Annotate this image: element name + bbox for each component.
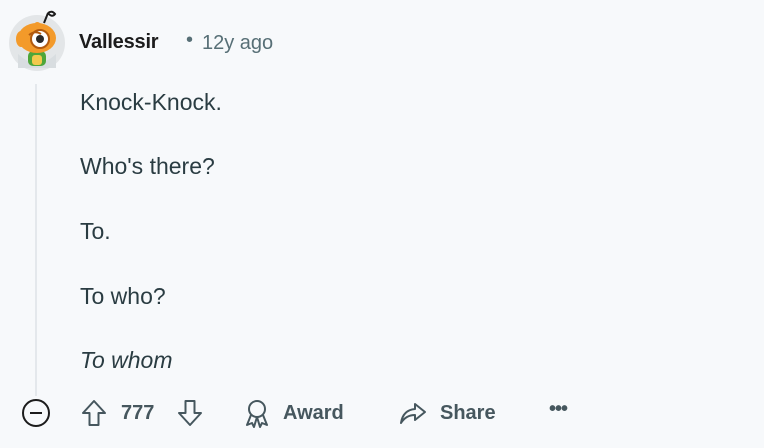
award-label: Award: [283, 401, 344, 424]
comment-line: To.: [80, 218, 111, 244]
avatar[interactable]: [8, 10, 66, 72]
robot-avatar-icon: [9, 10, 65, 71]
more-options-button[interactable]: •••: [549, 398, 568, 421]
share-arrow-icon: [400, 403, 426, 424]
share-label: Share: [440, 401, 496, 424]
award-button[interactable]: Award: [244, 396, 344, 430]
comment-line: Who's there?: [80, 153, 215, 179]
award-ribbon-icon: [246, 400, 268, 428]
author-username[interactable]: Vallessir: [79, 31, 159, 54]
upvote-button[interactable]: [80, 396, 108, 430]
thread-line[interactable]: [35, 84, 37, 396]
comment-line: To whom: [80, 347, 173, 373]
comment-line: To who?: [80, 283, 166, 309]
share-button[interactable]: Share: [399, 396, 496, 430]
downvote-button[interactable]: [176, 396, 204, 430]
upvote-arrow-icon: [82, 400, 106, 426]
comment-line: Knock-Knock.: [80, 89, 222, 115]
vote-count: 777: [121, 402, 155, 424]
collapse-thread-button[interactable]: [22, 399, 50, 427]
meta-separator: •: [186, 29, 194, 51]
downvote-arrow-icon: [178, 400, 202, 426]
comment-age[interactable]: 12y ago: [202, 32, 273, 55]
